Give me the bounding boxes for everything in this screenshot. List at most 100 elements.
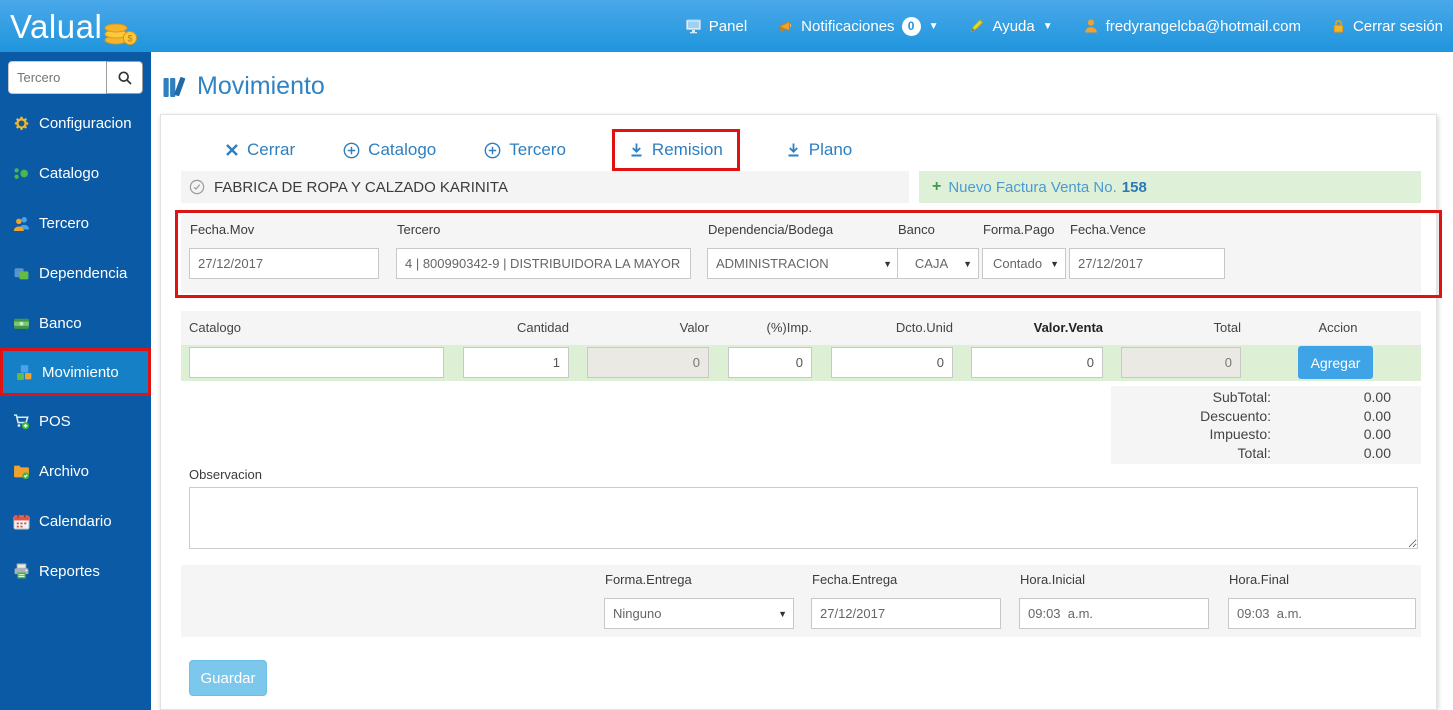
new-invoice-banner[interactable]: + Nuevo Factura Venta No. 158 [919, 171, 1421, 203]
sidebar-item-calendario[interactable]: Calendario [0, 496, 151, 546]
nav-panel[interactable]: Panel [685, 18, 747, 35]
tab-label: Cerrar [247, 140, 296, 159]
page-title: Movimiento [161, 72, 325, 101]
nav-user[interactable]: fredyrangelcba@hotmail.com [1083, 18, 1301, 35]
sidebar-item-banco[interactable]: Banco [0, 298, 151, 348]
gear-icon [13, 115, 30, 132]
valor-venta-input[interactable] [971, 347, 1103, 378]
hora-final-label: Hora.Final [1229, 572, 1289, 587]
col-header-imp: (%)Imp. [766, 320, 813, 335]
dependencia-value: ADMINISTRACION [716, 256, 829, 271]
notifications-badge: 0 [901, 16, 921, 36]
sidebar-item-pos[interactable]: POS [0, 396, 151, 446]
printer-icon [13, 563, 30, 580]
plus-icon: + [932, 178, 942, 195]
tab-catalogo[interactable]: Catalogo [341, 132, 438, 168]
folder-icon [13, 463, 30, 480]
impuesto-value: 0.00 [1363, 426, 1391, 443]
close-icon [225, 143, 239, 157]
coins-icon: $ [104, 15, 138, 45]
totals-panel: SubTotal: 0.00 Descuento: 0.00 Impuesto:… [1111, 386, 1421, 464]
agregar-button[interactable]: Agregar [1298, 346, 1373, 379]
col-header-accion: Accion [1318, 320, 1358, 335]
logo-text: Valual [10, 7, 103, 45]
sidebar-item-label: Banco [39, 314, 82, 332]
blocks-icon [13, 265, 30, 282]
sidebar-item-movimiento[interactable]: Movimiento [0, 348, 151, 396]
nav-notifications[interactable]: Notificaciones 0 ▼ [777, 16, 938, 36]
cantidad-input[interactable] [463, 347, 569, 378]
forma-entrega-select[interactable]: Ninguno ▼ [604, 598, 794, 629]
select-caret-icon: ▼ [883, 258, 892, 269]
total-value: 0.00 [1363, 444, 1391, 461]
tab-tercero[interactable]: Tercero [482, 132, 568, 168]
observacion-textarea[interactable] [189, 487, 1418, 549]
tercero-input[interactable] [396, 248, 691, 279]
search-button[interactable] [106, 61, 143, 94]
guardar-button[interactable]: Guardar [189, 660, 267, 696]
page-title-text: Movimiento [197, 72, 325, 100]
sidebar-item-reportes[interactable]: Reportes [0, 546, 151, 596]
forma-pago-label: Forma.Pago [983, 222, 1055, 237]
sidebar-item-label: Dependencia [39, 264, 128, 282]
nav-logout[interactable]: Cerrar sesión [1331, 18, 1443, 35]
sidebar-item-label: Configuracion [39, 114, 132, 132]
select-caret-icon: ▼ [778, 608, 787, 619]
hora-inicial-input[interactable] [1019, 598, 1209, 629]
sidebar-search [8, 61, 143, 94]
sidebar-item-catalogo[interactable]: Catalogo [0, 148, 151, 198]
toolbar: Cerrar Catalogo Tercero Remision Plano [223, 129, 854, 171]
dcto-input[interactable] [831, 347, 953, 378]
search-icon [117, 70, 133, 86]
chevron-down-icon: ▼ [1042, 20, 1053, 32]
invoice-header-row: Fecha.Mov Tercero Dependencia/Bodega ADM… [181, 215, 1421, 293]
banco-select[interactable]: CAJA ▼ [897, 248, 979, 279]
col-header-dcto: Dcto.Unid [895, 320, 953, 335]
forma-pago-select[interactable]: Contado ▼ [982, 248, 1066, 279]
descuento-label: Descuento: [1200, 407, 1271, 424]
hora-final-input[interactable] [1228, 598, 1416, 629]
sidebar-item-label: Reportes [39, 562, 100, 580]
imp-input[interactable] [728, 347, 812, 378]
subtotal-label: SubTotal: [1212, 389, 1271, 406]
movimiento-card: Cerrar Catalogo Tercero Remision Plano F… [160, 114, 1442, 710]
dependencia-label: Dependencia/Bodega [708, 222, 834, 237]
valor-input [587, 347, 709, 378]
tab-cerrar[interactable]: Cerrar [223, 132, 297, 168]
company-header[interactable]: FABRICA DE ROPA Y CALZADO KARINITA [181, 171, 909, 203]
impuesto-row: Impuesto: 0.00 [1111, 425, 1421, 443]
select-caret-icon: ▼ [963, 258, 972, 269]
tab-label: Remision [651, 140, 723, 159]
plus-circle-icon [484, 142, 501, 159]
nav-help[interactable]: Ayuda ▼ [968, 18, 1053, 35]
fecha-vence-input[interactable] [1069, 248, 1225, 279]
subtotal-row: SubTotal: 0.00 [1111, 388, 1421, 406]
sidebar-item-archivo[interactable]: Archivo [0, 446, 151, 496]
catalogo-input[interactable] [189, 347, 444, 378]
fecha-mov-input[interactable] [189, 248, 379, 279]
forma-entrega-value: Ninguno [613, 606, 662, 621]
search-input[interactable] [8, 61, 106, 94]
download-icon [786, 142, 801, 158]
observacion-label: Observacion [189, 467, 262, 482]
select-caret-icon: ▼ [1050, 258, 1059, 269]
sidebar-item-tercero[interactable]: Tercero [0, 198, 151, 248]
new-invoice-number: 158 [1121, 178, 1147, 196]
sidebar-item-label: Movimiento [42, 363, 119, 381]
check-circle-icon [189, 179, 205, 195]
pencil-icon [968, 18, 985, 34]
fecha-entrega-input[interactable] [811, 598, 1001, 629]
tab-plano[interactable]: Plano [784, 132, 854, 168]
dependencia-select[interactable]: ADMINISTRACION ▼ [707, 248, 899, 279]
tab-remision[interactable]: Remision [611, 129, 740, 171]
monitor-icon [685, 18, 702, 34]
sidebar-item-configuracion[interactable]: Configuracion [0, 98, 151, 148]
sidebar-item-dependencia[interactable]: Dependencia [0, 248, 151, 298]
sidebar-item-label: Catalogo [39, 164, 100, 182]
people-icon [13, 215, 30, 232]
total-label: Total: [1237, 444, 1271, 461]
topbar: Valual $ Panel Notificaciones 0 ▼ Ayuda … [0, 0, 1453, 52]
tab-label: Tercero [509, 140, 566, 159]
total-row: Total: 0.00 [1111, 444, 1421, 462]
hora-inicial-label: Hora.Inicial [1020, 572, 1086, 587]
